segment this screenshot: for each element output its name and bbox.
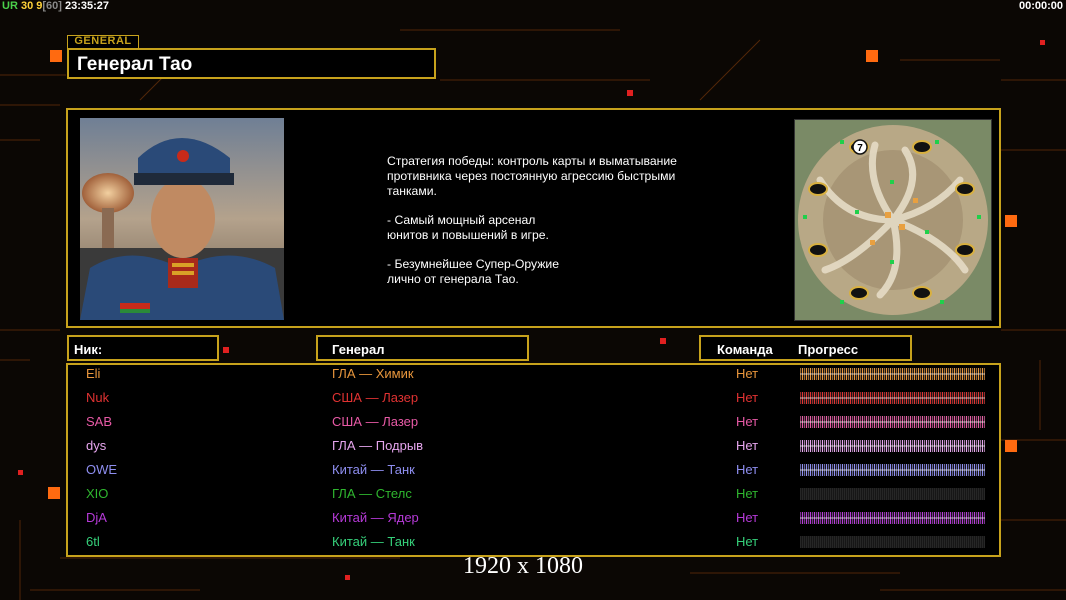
description-paragraph: Стратегия победы: контроль карты и вымат…: [387, 154, 677, 198]
progress-bar: [800, 440, 985, 452]
progress-bar: [800, 512, 985, 524]
player-team: Нет: [736, 414, 759, 429]
player-team: Нет: [736, 510, 759, 525]
player-general: США — Лазер: [332, 414, 419, 429]
player-general: Китай — Танк: [332, 534, 415, 549]
player-team: Нет: [736, 438, 759, 453]
general-tag: GENERAL: [67, 35, 139, 49]
table-row: XIO ГЛА — Стелс Нет: [0, 484, 1066, 508]
header-nick-box: Ник:: [67, 335, 219, 361]
header-nick: Ник:: [74, 342, 103, 357]
player-nick: 6tl: [86, 534, 100, 549]
map-preview: 7: [794, 119, 992, 321]
general-portrait: [80, 118, 284, 320]
game-timer: 00:00:00: [1018, 0, 1063, 12]
player-nick: XIO: [86, 486, 109, 501]
progress-bar: [800, 464, 985, 476]
progress-bar: [800, 536, 985, 548]
player-general: ГЛА — Подрыв: [332, 438, 424, 453]
table-row: Eli ГЛА — Химик Нет: [0, 364, 1066, 388]
player-general: Китай — Ядер: [332, 510, 419, 525]
player-general: ГЛА — Стелс: [332, 486, 412, 501]
table-row: SAB США — Лазер Нет: [0, 412, 1066, 436]
progress-bar: [800, 488, 985, 500]
player-nick: DjA: [86, 510, 107, 525]
player-team: Нет: [736, 462, 759, 477]
player-team: Нет: [736, 486, 759, 501]
title-box: Генерал Тао: [67, 48, 436, 79]
fps-status-readout: UR 30 9[60] 23:35:27: [2, 0, 110, 12]
player-nick: dys: [86, 438, 107, 453]
progress-bar: [800, 416, 985, 428]
player-nick: Nuk: [86, 390, 110, 405]
header-team-progress-box: Команда Прогресс: [699, 335, 912, 361]
player-team: Нет: [736, 534, 759, 549]
player-nick: Eli: [86, 366, 101, 381]
progress-bar: [800, 368, 985, 380]
player-team: Нет: [736, 366, 759, 381]
player-general: США — Лазер: [332, 390, 419, 405]
map-start-label: 7: [857, 143, 863, 154]
player-nick: OWE: [86, 462, 118, 477]
resolution-caption: 1920 x 1080: [463, 553, 583, 579]
header-general-box: Генерал: [316, 335, 529, 361]
table-row: OWE Китай — Танк Нет: [0, 460, 1066, 484]
player-nick: SAB: [86, 414, 113, 429]
table-row: Nuk США — Лазер Нет: [0, 388, 1066, 412]
player-general: Китай — Танк: [332, 462, 415, 477]
player-general: ГЛА — Химик: [332, 366, 414, 381]
description-paragraph: - Безумнейшее Супер-Оружие лично от гене…: [387, 257, 559, 286]
progress-bar: [800, 392, 985, 404]
table-row: dys ГЛА — Подрыв Нет: [0, 436, 1066, 460]
header-team: Команда: [717, 342, 773, 357]
header-progress: Прогресс: [798, 342, 859, 357]
description-paragraph: - Самый мощный арсенал юнитов и повышени…: [387, 213, 549, 242]
header-general: Генерал: [332, 342, 385, 357]
general-description: Стратегия победы: контроль карты и вымат…: [387, 154, 717, 301]
table-row: DjA Китай — Ядер Нет: [0, 508, 1066, 532]
general-name-title: Генерал Тао: [77, 54, 193, 75]
player-team: Нет: [736, 390, 759, 405]
